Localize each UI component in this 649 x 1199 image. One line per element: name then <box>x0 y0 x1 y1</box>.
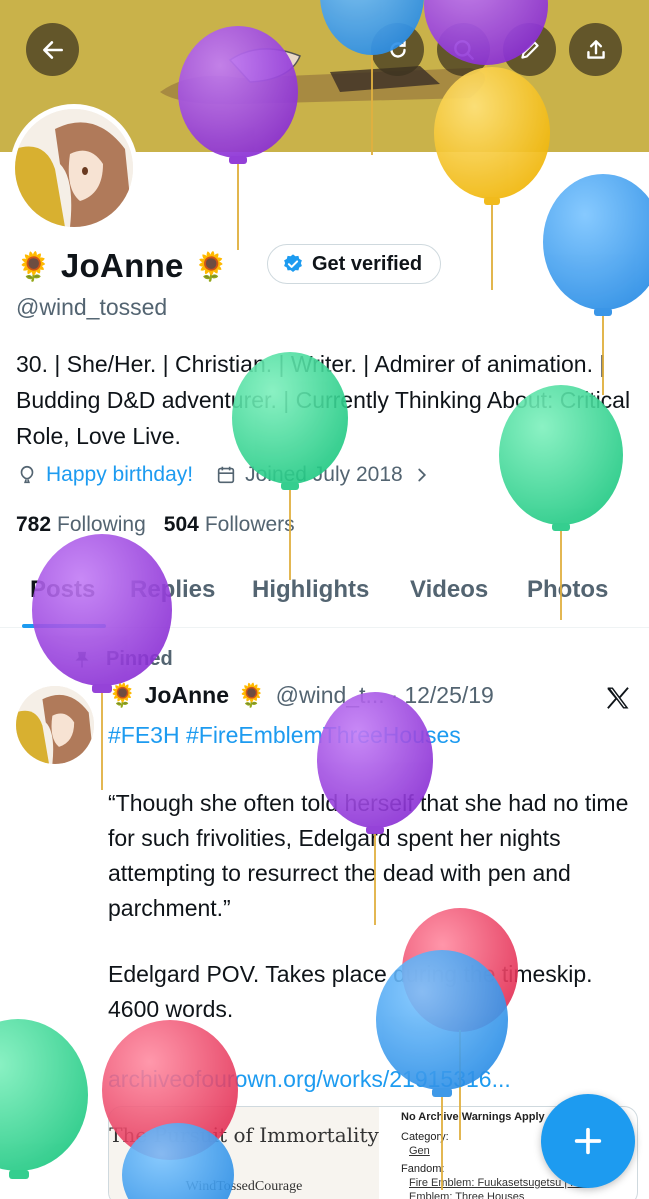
birthday-link[interactable]: Happy birthday! <box>46 463 193 487</box>
get-verified-label: Get verified <box>312 252 423 275</box>
tab-posts[interactable]: Posts <box>30 576 95 604</box>
post-link[interactable]: archiveofourown.org/works/21915316... <box>108 1062 638 1097</box>
verified-badge-icon <box>284 254 302 272</box>
balloon-green <box>0 1019 88 1179</box>
avatar-illustration <box>16 686 94 764</box>
separator-dot: · <box>390 682 399 708</box>
plus-icon <box>574 1127 602 1155</box>
x-logo-icon[interactable] <box>604 684 632 712</box>
post-header: 🌻 JoAnne 🌻 @wind_t... · 12/25/19 <box>108 682 494 709</box>
compose-button[interactable] <box>541 1094 635 1188</box>
following-link[interactable]: 782 Following <box>16 513 146 537</box>
get-verified-button[interactable]: Get verified <box>267 244 442 284</box>
search-icon <box>453 39 474 60</box>
profile-meta: Happy birthday! Joined July 2018 <box>16 463 433 487</box>
sunflower-emoji: 🌻 <box>108 682 137 708</box>
card-category: Gen <box>409 1145 430 1157</box>
card-cover: The Pursuit of Immortality WindTossedCou… <box>109 1107 379 1199</box>
sunflower-emoji: 🌻 <box>236 682 266 708</box>
back-button[interactable] <box>26 23 79 76</box>
pin-icon <box>75 651 89 667</box>
joined-date: Joined July 2018 <box>245 463 403 486</box>
refresh-button[interactable] <box>371 23 424 76</box>
card-category-label: Category: <box>401 1131 449 1143</box>
follow-stats: 782 Following 504 Followers <box>16 513 313 537</box>
share-button[interactable] <box>569 23 622 76</box>
search-button[interactable] <box>437 23 490 76</box>
profile-avatar[interactable] <box>10 104 138 232</box>
card-title: The Pursuit of Immortality <box>109 1123 379 1147</box>
card-fandom-label: Fandom: <box>401 1163 445 1175</box>
post-quote: “Though she often told herself that she … <box>108 790 629 921</box>
display-name-row: 🌻 JoAnne 🌻 <box>16 242 229 290</box>
calendar-icon <box>217 466 235 484</box>
post-author-name[interactable]: JoAnne <box>145 682 229 709</box>
balloon-icon <box>20 465 34 484</box>
share-icon <box>586 39 605 59</box>
sunflower-emoji: 🌻 <box>16 250 51 282</box>
profile-bio: 30. | She/Her. | Christian. | Writer. | … <box>16 351 631 449</box>
card-fandom-2: Emblem: Three Houses <box>409 1191 525 1199</box>
sunflower-emoji: 🌻 <box>193 250 229 282</box>
edit-icon <box>520 40 539 59</box>
profile-handle: @wind_tossed <box>16 294 168 320</box>
tab-replies[interactable]: Replies <box>130 576 215 604</box>
post-hashtags[interactable]: #FE3H #FireEmblemThreeHouses <box>108 718 638 753</box>
chevron-right-icon[interactable] <box>411 464 433 486</box>
avatar-illustration <box>15 109 133 227</box>
post-date[interactable]: 12/25/19 <box>404 682 494 709</box>
tab-photos[interactable]: Photos <box>527 576 608 604</box>
card-author: WindTossedCourage <box>185 1179 303 1194</box>
tab-highlights[interactable]: Highlights <box>252 576 369 604</box>
card-warning: No Archive Warnings Apply <box>401 1111 545 1123</box>
back-arrow-icon <box>42 40 63 59</box>
pinned-label: Pinned <box>72 648 173 671</box>
post-author-handle: @wind_t... <box>275 682 385 708</box>
active-tab-indicator <box>22 624 106 628</box>
post-avatar[interactable] <box>16 686 94 764</box>
followers-link[interactable]: 504 Followers <box>164 513 295 537</box>
edit-button[interactable] <box>503 23 556 76</box>
profile-tabs: Posts Replies Highlights Videos Photos <box>0 562 649 628</box>
post-summary: Edelgard POV. Takes place during the tim… <box>108 961 593 1022</box>
refresh-icon <box>389 39 406 58</box>
tab-videos[interactable]: Videos <box>410 576 488 604</box>
display-name: JoAnne <box>60 247 184 284</box>
